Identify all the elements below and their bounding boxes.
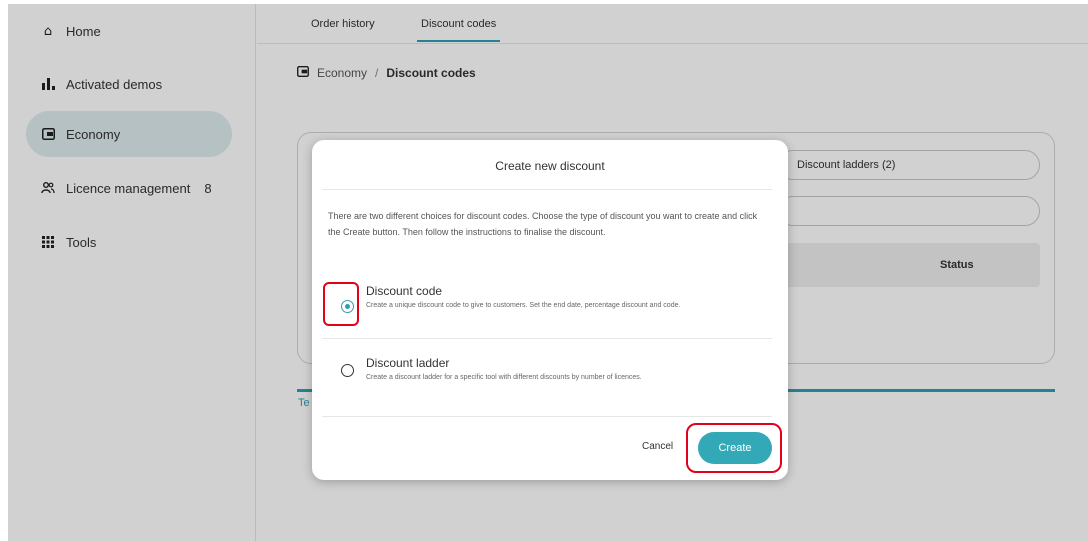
divider: [322, 189, 772, 190]
option-title: Discount code: [366, 284, 443, 298]
divider: [322, 338, 772, 339]
option-discount-ladder[interactable]: Discount ladder Create a discount ladder…: [324, 352, 770, 396]
option-title: Discount ladder: [366, 356, 450, 370]
divider: [322, 416, 772, 417]
create-button-highlight-annotation: [686, 423, 782, 473]
modal-description: There are two different choices for disc…: [328, 211, 758, 237]
cancel-button[interactable]: Cancel: [642, 441, 673, 452]
option-description: Create a unique discount code to give to…: [366, 302, 681, 309]
discount-ladder-radio[interactable]: [341, 364, 354, 377]
radio-highlight-annotation: [323, 282, 359, 326]
option-description: Create a discount ladder for a specific …: [366, 374, 642, 381]
modal-title: Create new discount: [495, 159, 605, 173]
option-discount-code[interactable]: Discount code Create a unique discount c…: [324, 280, 770, 336]
